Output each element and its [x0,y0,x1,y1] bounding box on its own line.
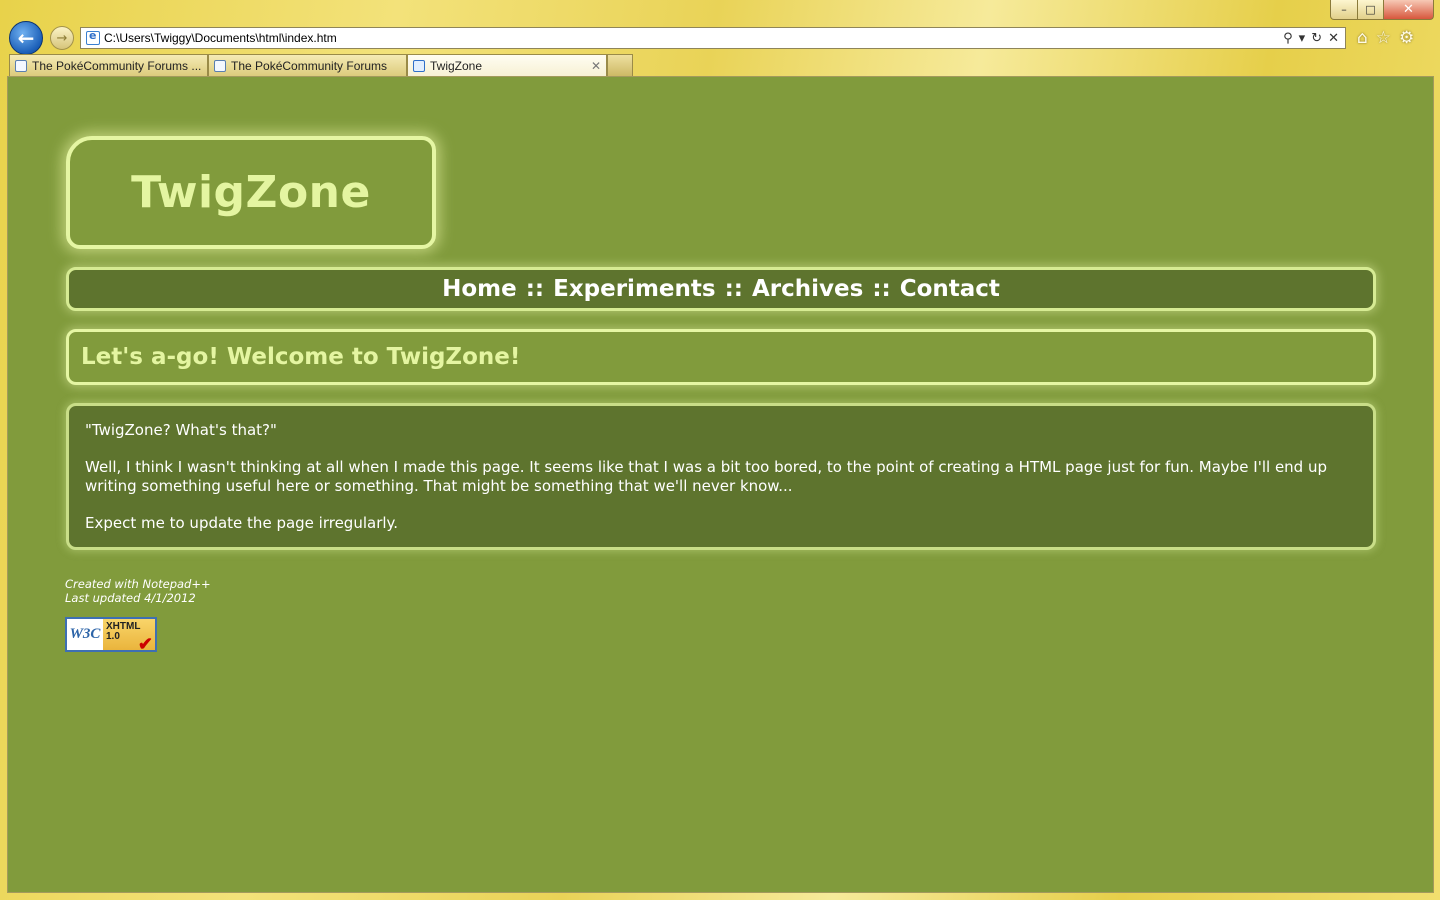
tab-label: TwigZone [430,58,483,73]
page-footer: Created with Notepad++ Last updated 4/1/… [65,577,211,605]
new-tab-button[interactable] [607,54,633,76]
settings-gear-icon[interactable]: ⚙ [1399,28,1414,48]
back-button[interactable]: ← [9,21,43,55]
home-icon[interactable]: ⌂ [1357,28,1368,48]
w3c-xhtml-badge[interactable]: W3C XHTML 1.0 ✔ [65,617,157,652]
checkmark-icon: ✔ [137,634,153,652]
tab-close-icon[interactable]: ✕ [591,59,601,73]
update-note: Expect me to update the page irregularly… [85,514,399,532]
nav-home[interactable]: Home [442,276,517,302]
nav-experiments[interactable]: Experiments [553,276,715,302]
browser-toolbar-icons: ⌂ ☆ ⚙ [1357,28,1414,48]
page-viewport: TwigZone Home :: Experiments :: Archives… [7,76,1434,893]
tab-pokecommunity-1[interactable]: The PokéCommunity Forums ... [9,54,208,76]
forward-button[interactable]: → [50,26,74,50]
welcome-banner: Let's a-go! Welcome to TwigZone! [66,329,1376,385]
back-arrow-icon: ← [17,26,35,50]
nav-separator: :: [724,276,743,302]
site-logo: TwigZone [66,136,436,249]
forward-arrow-icon: → [56,30,68,46]
tab-twigzone[interactable]: TwigZone ✕ [407,54,607,76]
address-tools: ⚲ ▾ ↻ ✕ [1283,31,1345,46]
stop-icon[interactable]: ✕ [1328,31,1339,46]
welcome-heading: Let's a-go! Welcome to TwigZone! [81,344,521,370]
tab-label: The PokéCommunity Forums [231,58,388,73]
page-icon [15,59,27,72]
nav-separator: :: [872,276,891,302]
tab-label: The PokéCommunity Forums ... [32,58,202,73]
refresh-icon[interactable]: ↻ [1311,31,1322,46]
address-bar[interactable]: C:\Users\Twiggy\Documents\html\index.htm… [80,27,1346,49]
intro-paragraph: Well, I think I wasn't thinking at all w… [85,458,1328,495]
search-icon[interactable]: ⚲ [1283,31,1293,46]
dropdown-chevron-icon[interactable]: ▾ [1299,31,1306,46]
maximize-button[interactable]: □ [1358,0,1384,20]
footer-created-with: Created with Notepad++ [65,577,211,591]
intro-question: "TwigZone? What's that?" [85,421,277,439]
footer-last-updated: Last updated 4/1/2012 [65,591,196,605]
close-window-button[interactable]: ✕ [1384,0,1434,20]
xhtml-validation-label: XHTML 1.0 ✔ [103,619,155,650]
page-icon [86,29,100,45]
w3c-logo: W3C [67,619,103,650]
favorites-star-icon[interactable]: ☆ [1376,28,1391,48]
tab-strip: The PokéCommunity Forums ... The PokéCom… [9,54,633,76]
minimize-button[interactable]: – [1330,0,1358,20]
site-navigation: Home :: Experiments :: Archives :: Conta… [66,267,1376,311]
nav-archives[interactable]: Archives [752,276,863,302]
address-text[interactable]: C:\Users\Twiggy\Documents\html\index.htm [104,31,1283,45]
ie-page-icon [413,59,425,72]
nav-separator: :: [525,276,545,302]
window-controls: – □ ✕ [1330,0,1434,20]
page-icon [214,59,226,72]
nav-contact[interactable]: Contact [900,276,1000,302]
tab-pokecommunity-2[interactable]: The PokéCommunity Forums [208,54,407,76]
site-title: TwigZone [131,167,371,218]
content-panel: "TwigZone? What's that?" Well, I think I… [66,403,1376,550]
